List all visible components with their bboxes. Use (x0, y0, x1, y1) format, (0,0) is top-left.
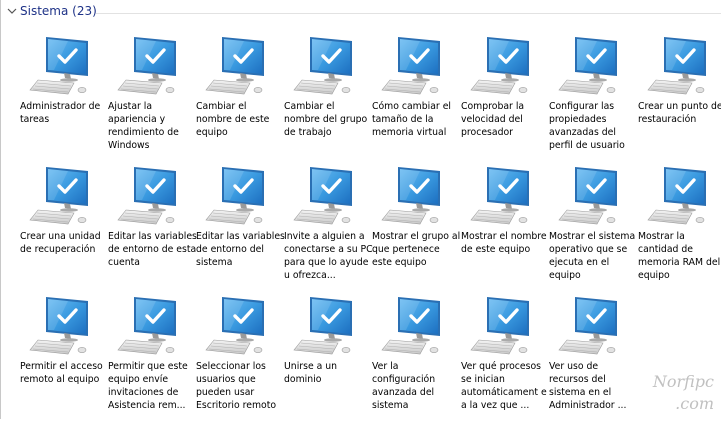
item-label: Permitir que este equipo envíe invitacio… (108, 361, 188, 411)
item-label: Cómo cambiar el tamaño de la memoria vir… (372, 101, 452, 138)
computer-checkmark-icon (288, 294, 372, 358)
item-label: Unirse a un dominio (284, 361, 338, 385)
computer-checkmark-icon (200, 164, 284, 228)
system-tool-item[interactable]: Cambiar el nombre de este equipo (195, 30, 285, 165)
system-tool-item[interactable]: Invite a alguien a conectarse a su PC pa… (283, 160, 373, 295)
item-label: Editar las variables de entorno del sist… (196, 231, 285, 268)
computer-checkmark-icon (376, 164, 460, 228)
system-tool-item[interactable]: Ver la configuración avanzada del sistem… (371, 290, 461, 425)
computer-checkmark-icon (24, 294, 108, 358)
computer-checkmark-icon (465, 34, 549, 98)
computer-checkmark-icon (465, 294, 549, 358)
computer-checkmark-icon (112, 164, 196, 228)
item-label: Configurar las propiedades avanzadas del… (549, 101, 625, 151)
item-label: Mostrar el nombre de este equipo (461, 231, 547, 255)
item-label: Editar las variables de entorno de esta … (108, 231, 197, 268)
system-tool-item[interactable]: Editar las variables de entorno de esta … (107, 160, 197, 295)
computer-checkmark-icon (24, 164, 108, 228)
system-tool-item[interactable]: Ajustar la apariencia y rendimiento de W… (107, 30, 197, 165)
computer-checkmark-icon (642, 164, 721, 228)
system-tool-item[interactable]: Unirse a un dominio (283, 290, 373, 425)
item-label: Administrador de tareas (20, 101, 101, 125)
computer-checkmark-icon (553, 164, 637, 228)
computer-checkmark-icon (288, 34, 372, 98)
item-label: Mostrar la cantidad de memoria RAM del e… (638, 231, 721, 281)
item-label: Invite a alguien a conectarse a su PC pa… (284, 231, 373, 281)
system-tool-item[interactable]: Crear una unidad de recuperación (19, 160, 109, 295)
computer-checkmark-icon (24, 34, 108, 98)
item-label: Ver uso de recursos del sistema en el Ad… (549, 361, 627, 411)
item-label: Cambiar el nombre del grupo de trabajo (284, 101, 368, 138)
system-tool-item[interactable]: Permitir el acceso remoto al equipo (19, 290, 109, 425)
system-tool-item[interactable]: Ver qué procesos se inician automáticame… (460, 290, 550, 425)
item-label: Crear un punto de restauración (638, 101, 721, 125)
system-tool-item[interactable]: Administrador de tareas (19, 30, 109, 165)
computer-checkmark-icon (200, 294, 284, 358)
item-label: Mostrar el sistema operativo que se ejec… (549, 231, 636, 281)
item-label: Seleccionar los usuarios que pueden usar… (196, 361, 277, 411)
items-grid: Administrador de tareas Ajustar la aparie… (1, 0, 721, 419)
computer-checkmark-icon (642, 34, 721, 98)
system-tool-item[interactable]: Seleccionar los usuarios que pueden usar… (195, 290, 285, 425)
system-tool-item[interactable]: Permitir que este equipo envíe invitacio… (107, 290, 197, 425)
system-tool-item[interactable]: Ver uso de recursos del sistema en el Ad… (548, 290, 638, 425)
system-tool-item[interactable]: Configurar las propiedades avanzadas del… (548, 30, 638, 165)
computer-checkmark-icon (288, 164, 372, 228)
computer-checkmark-icon (376, 294, 460, 358)
computer-checkmark-icon (112, 34, 196, 98)
computer-checkmark-icon (553, 34, 637, 98)
system-tool-item[interactable]: Cómo cambiar el tamaño de la memoria vir… (371, 30, 461, 165)
item-label: Ajustar la apariencia y rendimiento de W… (108, 101, 179, 151)
computer-checkmark-icon (200, 34, 284, 98)
item-label: Cambiar el nombre de este equipo (196, 101, 270, 138)
system-tool-item[interactable]: Crear un punto de restauración (637, 30, 721, 165)
item-label: Ver qué procesos se inician automáticame… (461, 361, 547, 411)
item-label: Mostrar el grupo al que pertenece este e… (372, 231, 461, 268)
computer-checkmark-icon (465, 164, 549, 228)
system-tool-item[interactable]: Mostrar el nombre de este equipo (460, 160, 550, 295)
item-label: Ver la configuración avanzada del sistem… (372, 361, 436, 411)
system-tool-item[interactable]: Cambiar el nombre del grupo de trabajo (283, 30, 373, 165)
computer-checkmark-icon (376, 34, 460, 98)
system-tool-item[interactable]: Editar las variables de entorno del sist… (195, 160, 285, 295)
computer-checkmark-icon (112, 294, 196, 358)
system-tool-item[interactable]: Mostrar el sistema operativo que se ejec… (548, 160, 638, 295)
item-label: Permitir el acceso remoto al equipo (20, 361, 103, 385)
item-label: Crear una unidad de recuperación (20, 231, 101, 255)
item-label: Comprobar la velocidad del procesador (461, 101, 525, 138)
system-tool-item[interactable]: Comprobar la velocidad del procesador (460, 30, 550, 165)
system-tool-item[interactable]: Mostrar la cantidad de memoria RAM del e… (637, 160, 721, 295)
computer-checkmark-icon (553, 294, 637, 358)
system-tool-item[interactable]: Mostrar el grupo al que pertenece este e… (371, 160, 461, 295)
